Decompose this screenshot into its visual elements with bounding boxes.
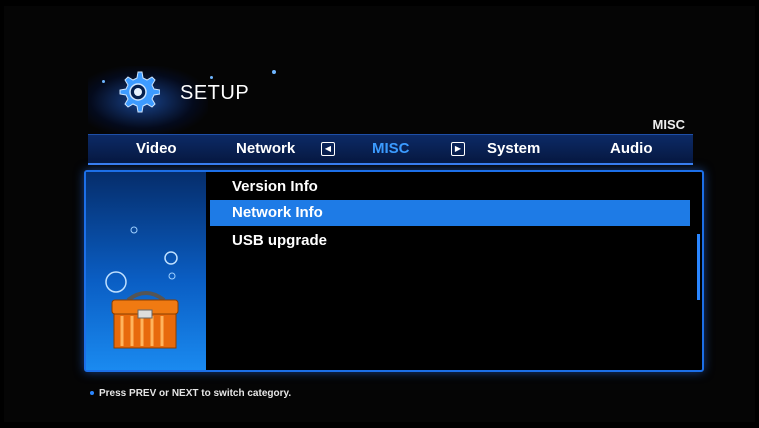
next-arrow-icon[interactable]: ▶ — [451, 142, 465, 156]
settings-panel: Version Info Network Info USB upgrade — [84, 170, 704, 372]
decor-dot — [102, 80, 105, 83]
scrollbar[interactable] — [697, 234, 700, 300]
decor-dot — [272, 70, 276, 74]
footer-hint-text: Press PREV or NEXT to switch category. — [99, 388, 292, 399]
menu-item-usb-upgrade[interactable]: USB upgrade — [210, 228, 690, 254]
prev-arrow-icon[interactable]: ◀ — [321, 142, 335, 156]
gear-icon — [119, 71, 160, 113]
footer-hint: Press PREV or NEXT to switch category. — [90, 388, 291, 399]
category-tab-bar: Video Network ◀ MISC ▶ System Audio — [88, 134, 693, 165]
menu-item-network-info[interactable]: Network Info — [210, 200, 690, 226]
page-title: SETUP — [180, 82, 250, 104]
tab-video[interactable]: Video — [136, 140, 177, 157]
decor-dot — [210, 76, 213, 79]
current-category-label: MISC — [652, 117, 686, 132]
screen: SETUP MISC Video Network ◀ MISC ▶ System… — [4, 6, 755, 422]
tab-network[interactable]: Network — [236, 140, 295, 157]
tab-misc[interactable]: MISC — [372, 140, 410, 157]
bullet-icon — [90, 391, 94, 396]
menu-item-version-info[interactable]: Version Info — [210, 174, 690, 200]
toolbox-icon — [105, 226, 179, 349]
toolbox-illustration — [86, 172, 206, 370]
tab-audio[interactable]: Audio — [610, 140, 653, 157]
tab-system[interactable]: System — [487, 140, 540, 157]
